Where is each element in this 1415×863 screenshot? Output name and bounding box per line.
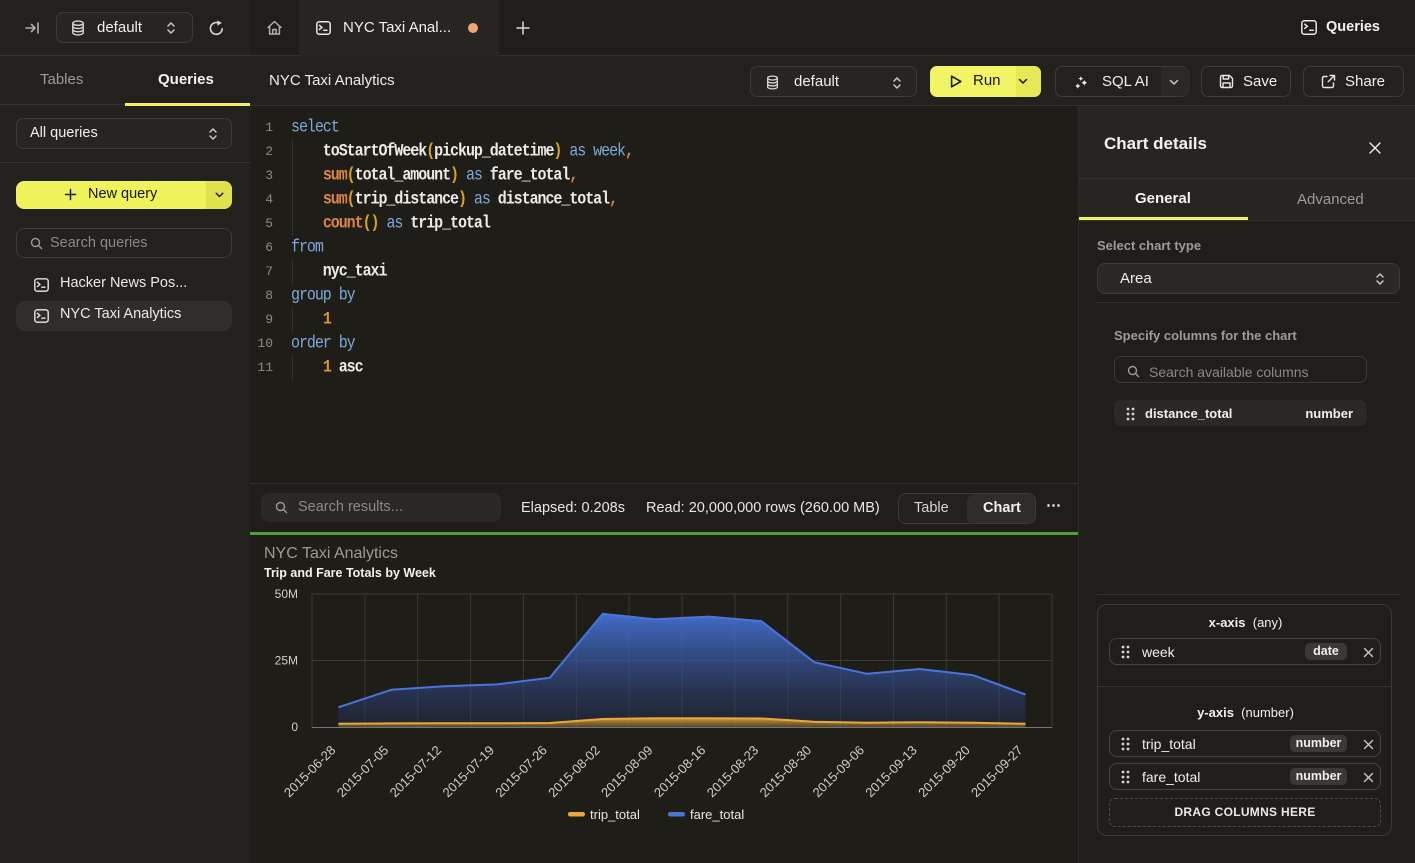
svg-text:2015-09-06: 2015-09-06: [809, 743, 867, 801]
svg-text:2015-08-16: 2015-08-16: [651, 743, 709, 801]
svg-text:2015-09-13: 2015-09-13: [862, 743, 920, 801]
svg-text:2015-07-26: 2015-07-26: [492, 743, 550, 801]
svg-text:25M: 25M: [275, 654, 298, 668]
svg-text:0: 0: [291, 720, 298, 734]
svg-text:2015-09-20: 2015-09-20: [915, 743, 973, 801]
svg-text:2015-07-19: 2015-07-19: [439, 743, 497, 801]
svg-text:50M: 50M: [275, 587, 298, 601]
svg-text:trip_total: trip_total: [590, 807, 640, 822]
svg-text:fare_total: fare_total: [690, 807, 744, 822]
svg-text:2015-09-27: 2015-09-27: [968, 743, 1026, 801]
svg-text:2015-08-09: 2015-08-09: [598, 743, 656, 801]
svg-text:2015-07-12: 2015-07-12: [387, 743, 445, 801]
svg-text:2015-08-30: 2015-08-30: [757, 743, 815, 801]
svg-text:2015-07-05: 2015-07-05: [334, 743, 392, 801]
svg-text:2015-08-23: 2015-08-23: [704, 743, 762, 801]
svg-text:2015-06-28: 2015-06-28: [281, 743, 339, 801]
svg-text:2015-08-02: 2015-08-02: [545, 743, 603, 801]
